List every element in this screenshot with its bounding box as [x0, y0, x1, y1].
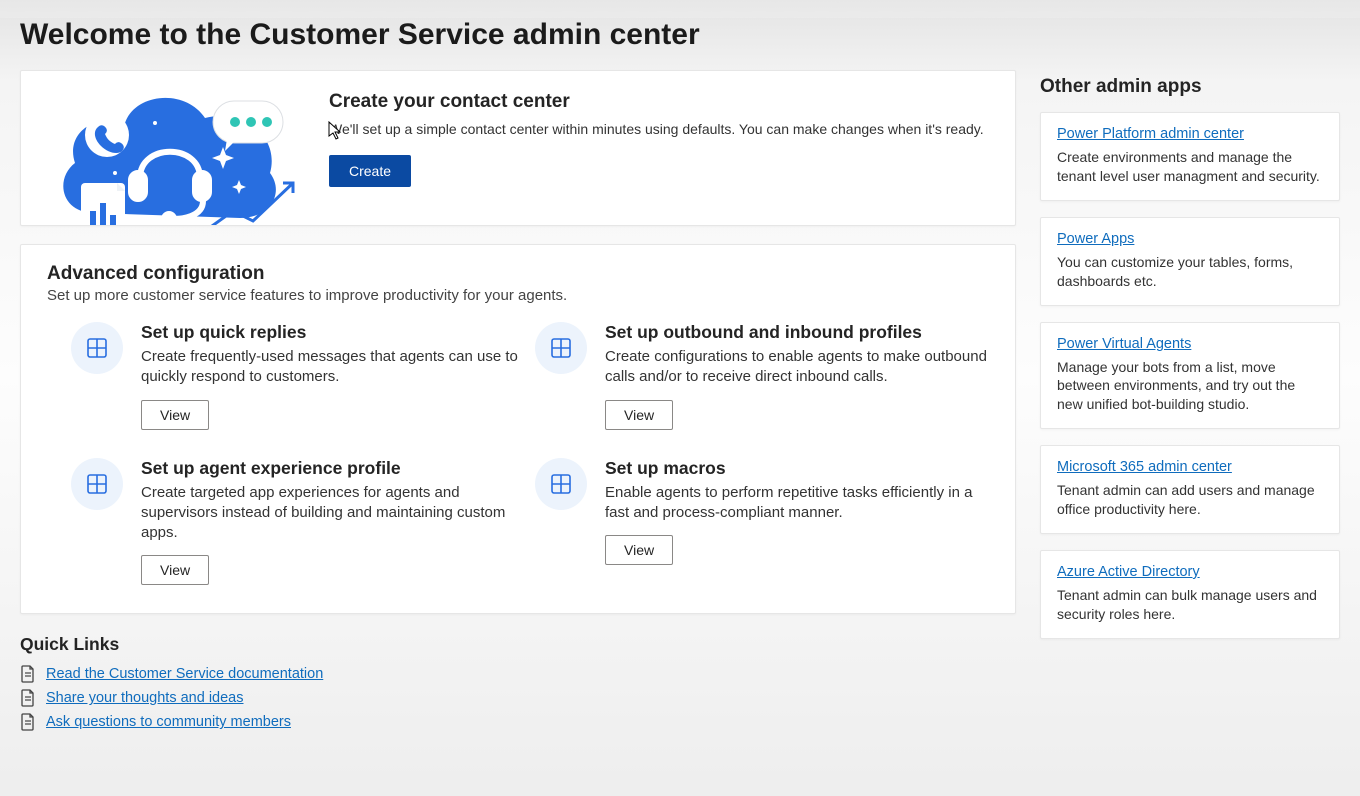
other-apps-heading: Other admin apps — [1040, 76, 1340, 98]
advanced-item-macros: Set up macros Enable agents to perform r… — [535, 458, 989, 586]
quick-link-item: Ask questions to community members — [20, 713, 1016, 731]
advanced-item-title: Set up macros — [605, 458, 989, 479]
app-desc: Create environments and manage the tenan… — [1057, 148, 1323, 186]
quick-links-heading: Quick Links — [20, 634, 1016, 655]
quick-link-item: Share your thoughts and ideas — [20, 689, 1016, 707]
advanced-item-title: Set up outbound and inbound profiles — [605, 322, 989, 343]
app-link[interactable]: Power Virtual Agents — [1057, 336, 1191, 352]
app-link[interactable]: Azure Active Directory — [1057, 564, 1200, 580]
app-link[interactable]: Power Apps — [1057, 231, 1134, 247]
quick-link-item: Read the Customer Service documentation — [20, 665, 1016, 683]
quick-link[interactable]: Ask questions to community members — [46, 714, 291, 730]
advanced-item-profiles: Set up outbound and inbound profiles Cre… — [535, 322, 989, 430]
grid-icon — [71, 458, 123, 510]
app-card-m365-admin: Microsoft 365 admin center Tenant admin … — [1040, 445, 1340, 534]
grid-icon — [535, 458, 587, 510]
view-button[interactable]: View — [141, 555, 209, 585]
advanced-item-desc: Create frequently-used messages that age… — [141, 347, 525, 388]
app-desc: Tenant admin can bulk manage users and s… — [1057, 586, 1323, 624]
advanced-item-quick-replies: Set up quick replies Create frequently-u… — [71, 322, 525, 430]
quick-links-section: Quick Links Read the Customer Service do… — [20, 634, 1016, 731]
view-button[interactable]: View — [605, 535, 673, 565]
app-link[interactable]: Microsoft 365 admin center — [1057, 459, 1232, 475]
advanced-heading: Advanced configuration — [47, 263, 989, 285]
app-card-power-virtual-agents: Power Virtual Agents Manage your bots fr… — [1040, 322, 1340, 430]
advanced-item-desc: Enable agents to perform repetitive task… — [605, 483, 989, 524]
hero-title: Create your contact center — [329, 91, 991, 113]
app-desc: Manage your bots from a list, move betwe… — [1057, 358, 1323, 415]
advanced-item-agent-experience: Set up agent experience profile Create t… — [71, 458, 525, 586]
advanced-configuration-card: Advanced configuration Set up more custo… — [20, 244, 1016, 614]
app-desc: Tenant admin can add users and manage of… — [1057, 481, 1323, 519]
hero-description: We'll set up a simple contact center wit… — [329, 121, 991, 137]
create-button[interactable]: Create — [329, 155, 411, 187]
app-card-azure-ad: Azure Active Directory Tenant admin can … — [1040, 550, 1340, 639]
document-icon — [20, 665, 36, 683]
app-card-power-platform: Power Platform admin center Create envir… — [1040, 112, 1340, 201]
view-button[interactable]: View — [141, 400, 209, 430]
hero-card: Create your contact center We'll set up … — [20, 70, 1016, 226]
advanced-subheading: Set up more customer service features to… — [47, 287, 989, 304]
advanced-item-desc: Create configurations to enable agents t… — [605, 347, 989, 388]
app-card-power-apps: Power Apps You can customize your tables… — [1040, 217, 1340, 306]
document-icon — [20, 713, 36, 731]
hero-illustration — [21, 71, 311, 225]
app-link[interactable]: Power Platform admin center — [1057, 126, 1244, 142]
document-icon — [20, 689, 36, 707]
advanced-item-title: Set up quick replies — [141, 322, 525, 343]
view-button[interactable]: View — [605, 400, 673, 430]
app-desc: You can customize your tables, forms, da… — [1057, 253, 1323, 291]
grid-icon — [535, 322, 587, 374]
page-title: Welcome to the Customer Service admin ce… — [20, 18, 1340, 52]
advanced-item-title: Set up agent experience profile — [141, 458, 525, 479]
quick-link[interactable]: Read the Customer Service documentation — [46, 666, 323, 682]
advanced-item-desc: Create targeted app experiences for agen… — [141, 483, 525, 544]
quick-link[interactable]: Share your thoughts and ideas — [46, 690, 244, 706]
grid-icon — [71, 322, 123, 374]
